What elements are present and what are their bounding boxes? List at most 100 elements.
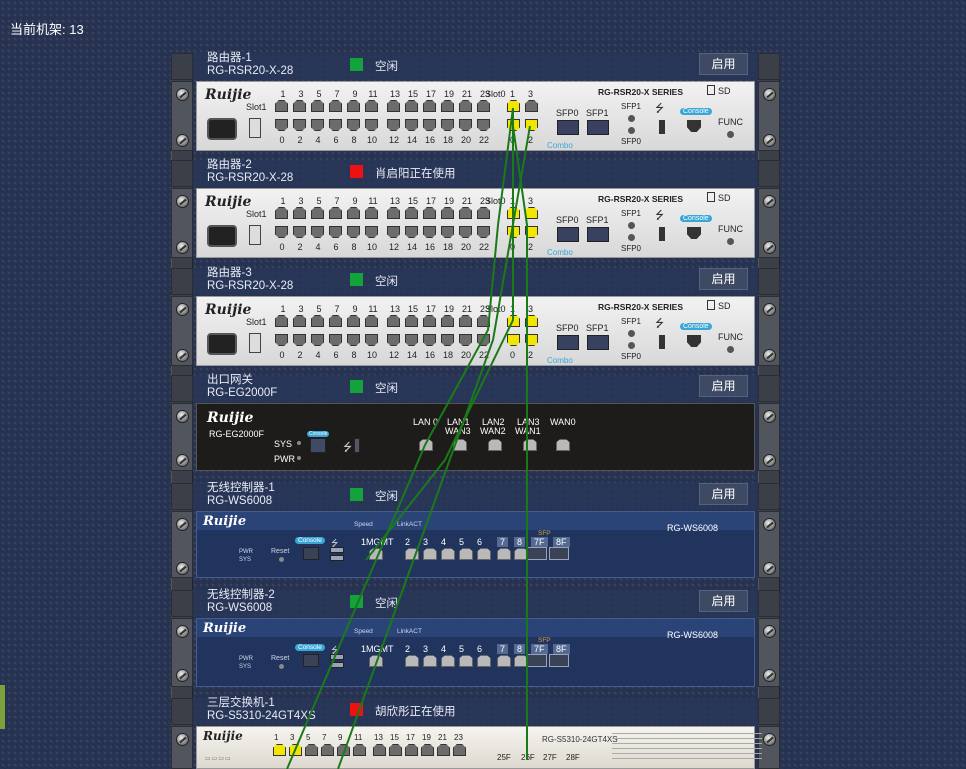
ethernet-port[interactable] (293, 207, 306, 219)
wlc-ethernet-port[interactable] (405, 548, 419, 560)
ethernet-port[interactable] (387, 119, 400, 131)
gateway-ethernet-port[interactable] (523, 439, 537, 451)
gateway-ethernet-port[interactable] (556, 439, 570, 451)
slot0-port[interactable] (525, 100, 538, 112)
ethernet-port[interactable] (311, 119, 324, 131)
ethernet-port[interactable] (441, 226, 454, 238)
ethernet-port[interactable] (477, 119, 490, 131)
side-panel-handle[interactable] (0, 685, 5, 729)
ethernet-port[interactable] (441, 315, 454, 327)
usb-port[interactable] (659, 227, 665, 241)
enable-button[interactable]: 启用 (699, 483, 748, 505)
ethernet-port[interactable] (311, 100, 324, 112)
slot0-port[interactable] (507, 119, 520, 131)
console-port[interactable] (303, 547, 319, 560)
ethernet-port[interactable] (405, 334, 418, 346)
ethernet-port[interactable] (459, 315, 472, 327)
console-port[interactable] (687, 335, 701, 347)
wlc-ethernet-port[interactable] (477, 655, 491, 667)
wlc-ethernet-port[interactable] (423, 655, 437, 667)
ethernet-port[interactable] (365, 334, 378, 346)
ethernet-port[interactable] (293, 334, 306, 346)
ethernet-port[interactable] (423, 207, 436, 219)
switch-ethernet-port[interactable] (273, 744, 286, 756)
ethernet-port[interactable] (477, 226, 490, 238)
enable-button[interactable]: 启用 (699, 590, 748, 612)
usb-port[interactable] (330, 654, 344, 660)
switch-panel[interactable]: Ruijie ▭▭▭▭ RG-S5310-24GT4XS 1 3 5 7 9 11 13 15… (171, 726, 780, 769)
switch-ethernet-port[interactable] (421, 744, 434, 756)
sfp-port[interactable] (527, 547, 547, 560)
switch-ethernet-port[interactable] (321, 744, 334, 756)
ethernet-port[interactable] (459, 334, 472, 346)
ethernet-port[interactable] (387, 334, 400, 346)
switch-ethernet-port[interactable] (289, 744, 302, 756)
ethernet-port[interactable] (387, 315, 400, 327)
router-2-panel[interactable]: Ruijie Slot1 1 0 3 2 5 4 7 6 9 8 11 10 13 12 15 14 17 16 19 1… (171, 188, 780, 258)
sfp1-port[interactable] (587, 227, 609, 242)
slot0-port[interactable] (507, 207, 520, 219)
sfp1-port[interactable] (587, 335, 609, 350)
ethernet-port[interactable] (387, 226, 400, 238)
enable-button[interactable]: 启用 (699, 268, 748, 290)
ethernet-port[interactable] (293, 119, 306, 131)
ethernet-port[interactable] (441, 119, 454, 131)
wlc-2-panel[interactable]: Ruijie Speed LinkACT RG-WS6008 Console ⭍ PWR SY… (171, 618, 780, 687)
ethernet-port[interactable] (441, 207, 454, 219)
slot0-port[interactable] (525, 207, 538, 219)
ethernet-port[interactable] (459, 226, 472, 238)
sfp0-port[interactable] (557, 227, 579, 242)
ethernet-port[interactable] (311, 315, 324, 327)
console-port[interactable] (310, 438, 326, 453)
switch-ethernet-port[interactable] (437, 744, 450, 756)
ethernet-port[interactable] (329, 334, 342, 346)
gateway-ethernet-port[interactable] (419, 439, 433, 451)
ethernet-port[interactable] (477, 100, 490, 112)
sfp-port[interactable] (527, 654, 547, 667)
reset-button[interactable] (279, 664, 284, 669)
ethernet-port[interactable] (441, 334, 454, 346)
ethernet-port[interactable] (365, 119, 378, 131)
wlc-ethernet-port[interactable] (369, 655, 383, 667)
usb-port[interactable] (354, 438, 360, 453)
power-switch[interactable] (249, 118, 261, 138)
ethernet-port[interactable] (275, 315, 288, 327)
console-port[interactable] (687, 227, 701, 239)
ethernet-port[interactable] (347, 315, 360, 327)
console-port[interactable] (687, 120, 701, 132)
ethernet-port[interactable] (477, 207, 490, 219)
ethernet-port[interactable] (293, 315, 306, 327)
ethernet-port[interactable] (293, 100, 306, 112)
ethernet-port[interactable] (347, 207, 360, 219)
enable-button[interactable]: 启用 (699, 53, 748, 75)
sfp-port[interactable] (549, 547, 569, 560)
ethernet-port[interactable] (311, 334, 324, 346)
ethernet-port[interactable] (275, 100, 288, 112)
console-port[interactable] (303, 654, 319, 667)
ethernet-port[interactable] (387, 207, 400, 219)
ethernet-port[interactable] (347, 226, 360, 238)
ethernet-port[interactable] (293, 226, 306, 238)
ethernet-port[interactable] (459, 119, 472, 131)
router-1-panel[interactable]: Ruijie Slot1 1 0 3 2 5 4 7 6 9 8 11 10 13 12 15 14 17 16 19 1… (171, 81, 780, 151)
wlc-ethernet-port[interactable] (514, 655, 528, 667)
wlc-1-panel[interactable]: Ruijie Speed LinkACT RG-WS6008 Console ⭍ PWR SY… (171, 511, 780, 578)
ethernet-port[interactable] (311, 207, 324, 219)
usb-port[interactable] (659, 335, 665, 349)
ethernet-port[interactable] (329, 100, 342, 112)
slot0-port[interactable] (525, 226, 538, 238)
ethernet-port[interactable] (275, 119, 288, 131)
ethernet-port[interactable] (365, 315, 378, 327)
switch-ethernet-port[interactable] (305, 744, 318, 756)
ethernet-port[interactable] (329, 315, 342, 327)
ethernet-port[interactable] (329, 119, 342, 131)
gateway-ethernet-port[interactable] (488, 439, 502, 451)
ethernet-port[interactable] (423, 315, 436, 327)
wlc-ethernet-port[interactable] (459, 655, 473, 667)
ethernet-port[interactable] (459, 207, 472, 219)
ethernet-port[interactable] (329, 207, 342, 219)
ethernet-port[interactable] (365, 207, 378, 219)
ethernet-port[interactable] (405, 100, 418, 112)
switch-ethernet-port[interactable] (353, 744, 366, 756)
sfp0-port[interactable] (557, 120, 579, 135)
